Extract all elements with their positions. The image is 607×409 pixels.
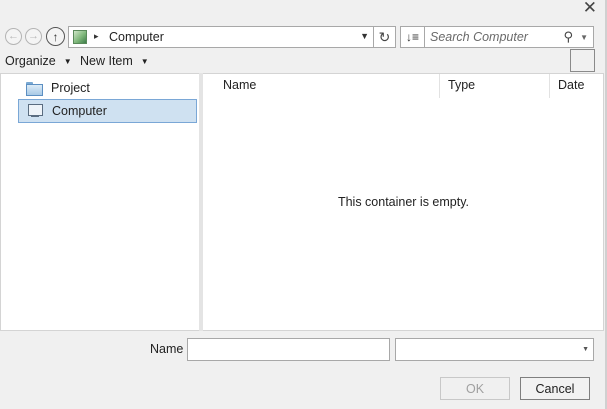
breadcrumb-location[interactable]: Computer [109,30,164,44]
column-header-name[interactable]: Name [223,78,256,92]
chevron-down-icon[interactable]: ▼ [360,31,369,41]
location-icon [73,30,87,44]
folder-icon [26,81,43,96]
name-label: Name [150,342,184,356]
refresh-icon[interactable]: ↻ [374,26,396,48]
column-header-type[interactable]: Type [448,78,475,92]
address-bar[interactable]: ▸ Computer ▼ [68,26,374,48]
breadcrumb-separator-icon[interactable]: ▸ [94,31,99,42]
sort-icon[interactable]: ↓≡ [400,26,424,48]
new-item-menu[interactable]: New Item ▼ [80,54,149,68]
new-item-label: New Item [80,54,133,68]
organize-label: Organize [5,54,56,68]
column-divider[interactable] [439,74,440,98]
chevron-down-icon[interactable]: ▼ [582,346,589,353]
computer-icon [27,104,43,118]
chevron-down-icon: ▼ [63,57,72,66]
empty-container-message: This container is empty. [337,195,470,209]
tree-item-project[interactable]: Project [18,76,197,100]
tree-item-label: Project [51,81,90,95]
tree-item-computer[interactable]: Computer [18,99,197,123]
ok-button[interactable]: OK [440,377,510,400]
file-type-select[interactable]: ▼ [395,338,594,361]
cancel-button[interactable]: Cancel [520,377,590,400]
up-arrow-icon[interactable]: ↑ [46,27,65,46]
name-field[interactable] [187,338,390,361]
close-icon[interactable]: ✕ [583,0,597,18]
forward-arrow-icon[interactable]: → [25,28,42,45]
back-arrow-icon[interactable]: ← [5,28,22,45]
search-placeholder: Search Computer [430,30,528,44]
column-header-date[interactable]: Date [558,78,584,92]
file-dialog: ✕ ← → ↑ ▸ Computer ▼ ↻ ↓≡ Search Compute… [0,0,607,409]
search-icon[interactable]: ⚲ [563,29,573,45]
view-options-button[interactable] [570,49,595,72]
search-input[interactable]: Search Computer ⚲ ▼ [424,26,594,48]
organize-menu[interactable]: Organize ▼ [5,54,72,68]
column-divider[interactable] [549,74,550,98]
search-options-chevron-icon[interactable]: ▼ [580,33,588,42]
tree-item-label: Computer [52,104,107,118]
chevron-down-icon: ▼ [140,57,149,66]
